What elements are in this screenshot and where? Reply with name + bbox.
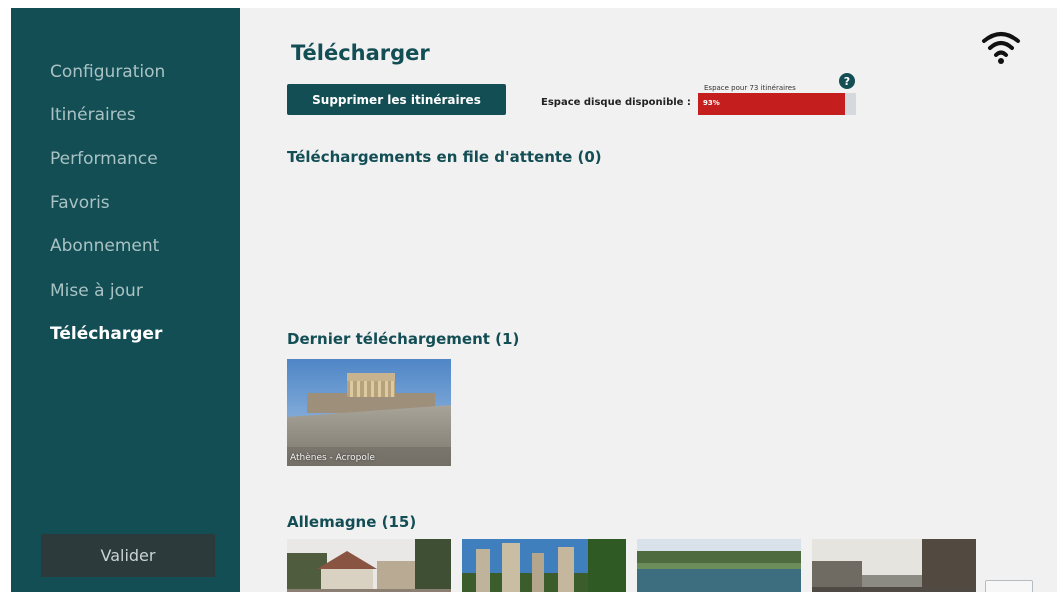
app-window: Configuration Itinéraires Performance Fa… — [11, 8, 1057, 592]
sidebar-item-telecharger[interactable]: Télécharger — [50, 324, 162, 344]
germany-heading: Allemagne (15) — [287, 513, 417, 531]
itinerary-thumbnail — [287, 359, 451, 466]
itinerary-thumbnail — [812, 539, 976, 592]
page-title: Télécharger — [291, 41, 430, 65]
itinerary-thumbnail — [287, 539, 451, 592]
latest-download-heading: Dernier téléchargement (1) — [287, 330, 520, 348]
sidebar-item-configuration[interactable]: Configuration — [50, 62, 165, 82]
disk-space-fill — [698, 93, 845, 115]
sidebar-item-favoris[interactable]: Favoris — [50, 193, 110, 213]
itinerary-thumbnail — [637, 539, 801, 592]
disk-space-percent: 93% — [703, 99, 720, 107]
sidebar: Configuration Itinéraires Performance Fa… — [11, 8, 240, 592]
itinerary-tile[interactable] — [462, 539, 626, 592]
wifi-icon — [982, 32, 1020, 64]
sidebar-item-itineraires[interactable]: Itinéraires — [50, 105, 136, 125]
disk-space-label: Espace disque disponible : — [541, 97, 691, 108]
validate-button[interactable]: Valider — [41, 534, 215, 577]
queue-heading: Téléchargements en file d'attente (0) — [287, 148, 602, 166]
itinerary-thumbnail — [462, 539, 626, 592]
scroll-next-button[interactable] — [985, 580, 1033, 592]
itinerary-tile-athenes[interactable]: Athènes - Acropole — [287, 359, 451, 466]
itinerary-tile[interactable] — [812, 539, 976, 592]
itinerary-caption: Athènes - Acropole — [290, 453, 375, 463]
disk-space-bar: 93% — [698, 93, 856, 115]
sidebar-item-abonnement[interactable]: Abonnement — [50, 236, 159, 256]
main-content: Télécharger Supprimer les itinéraires Es… — [240, 8, 1057, 592]
delete-itineraries-button[interactable]: Supprimer les itinéraires — [287, 84, 506, 115]
itinerary-tile[interactable] — [287, 539, 451, 592]
sidebar-item-performance[interactable]: Performance — [50, 149, 158, 169]
help-icon[interactable]: ? — [839, 73, 855, 89]
itinerary-tile[interactable] — [637, 539, 801, 592]
space-note: Espace pour 73 itinéraires — [704, 84, 796, 92]
sidebar-item-mise-a-jour[interactable]: Mise à jour — [50, 281, 143, 301]
